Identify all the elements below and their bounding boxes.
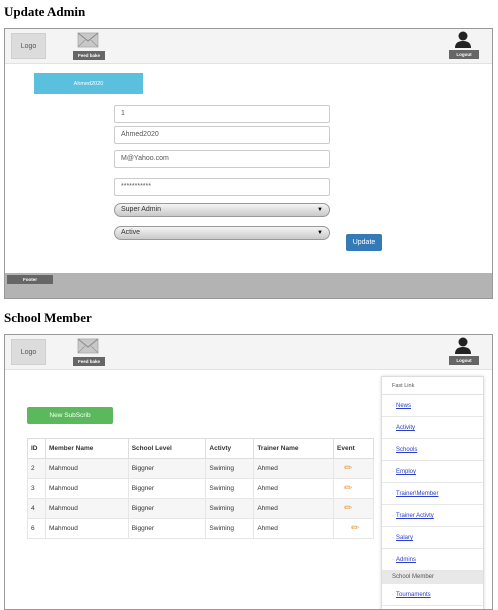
header-bar: Logo Feed bake Logout (5, 29, 492, 64)
user-icon (455, 31, 471, 48)
pencil-icon[interactable]: ✏ (344, 503, 352, 514)
username-field[interactable]: Ahmed2020 (114, 126, 330, 144)
column-header: ID (27, 438, 46, 459)
cell-id: 3 (27, 478, 46, 499)
mail-icon[interactable] (77, 337, 99, 355)
fast-link-label: Trainer Activty (396, 513, 434, 519)
fast-link-label: Activity (396, 425, 416, 431)
new-subscribe-button[interactable]: New SubScrib (27, 407, 113, 424)
password-field[interactable]: *********** (114, 178, 330, 196)
cell-id: 2 (27, 458, 46, 479)
cell-trainer-name: Ahmed (253, 498, 335, 519)
fast-link-trainer-member[interactable]: · Trainer\Member (382, 483, 483, 505)
column-header: Event (333, 438, 374, 459)
fast-link-schools[interactable]: · Schools (382, 439, 483, 461)
feedback-label[interactable]: Feed bake (73, 357, 105, 366)
cell-member-name: Mahmoud (44, 478, 129, 499)
fast-link-label: News (396, 403, 412, 409)
cell-trainer-name: Ahmed (253, 518, 335, 539)
status-select-value: Active (121, 229, 141, 236)
fast-link-label: Trainer\Member (396, 491, 439, 497)
fast-link-news[interactable]: · News (382, 395, 483, 417)
cell-id: 4 (27, 498, 46, 519)
fast-link-panel: Fast Link · News · Activity · Schools · Empl… (381, 376, 484, 609)
fast-link-trainer-activity[interactable]: · Trainer Activty (382, 505, 483, 527)
fast-link-activity[interactable]: · Activity (382, 417, 483, 439)
username-tab[interactable]: Ahmed2020 (34, 73, 143, 94)
fast-link-title: Fast Link (382, 377, 483, 395)
dropdown-arrow-icon: ▼ (317, 230, 323, 236)
fast-link-salary[interactable]: · Salary (382, 527, 483, 549)
cell-activity: Swiming (205, 478, 255, 499)
school-member-window: Logo Feed bake Logout New SubScrib ID Me… (4, 334, 493, 610)
fast-link-employ[interactable]: · Employ (382, 461, 483, 483)
cell-event: ✏ (333, 518, 374, 539)
fast-link-admins[interactable]: · Admins (382, 549, 483, 571)
cell-school-level: Biggner (127, 518, 207, 539)
cell-activity: Swiming (205, 498, 255, 519)
fast-link-school-member-active[interactable]: School Member (382, 571, 483, 584)
fast-link-label: Employ (396, 469, 417, 475)
update-button[interactable]: Update (346, 234, 382, 251)
cell-member-name: Mahmoud (44, 458, 129, 479)
feedback-label[interactable]: Feed bake (73, 51, 105, 60)
column-header: Activty (205, 438, 255, 459)
update-admin-heading: Update Admin (4, 4, 86, 19)
cell-member-name: Mahmoud (44, 518, 129, 539)
logo[interactable]: Logo (11, 339, 46, 365)
email-field[interactable]: M@Yahoo.com (114, 150, 330, 168)
update-admin-window: Logo Feed bake Logout Ahmed2020 1 Ahmed2… (4, 28, 493, 299)
footer-label: Footer (7, 275, 53, 284)
table-row: 4 Mahmoud Biggner Swiming Ahmed ✏ (27, 498, 374, 519)
cell-school-level: Biggner (127, 478, 207, 499)
cell-school-level: Biggner (127, 458, 207, 479)
fast-link-label: Tournaments (396, 592, 431, 598)
fast-link-label: Schools (396, 447, 418, 453)
footer-bar: Footer (5, 273, 492, 298)
cell-trainer-name: Ahmed (253, 478, 335, 499)
pencil-icon[interactable]: ✏ (351, 523, 359, 534)
cell-event: ✏ (333, 458, 374, 479)
cell-school-level: Biggner (127, 498, 207, 519)
cell-activity: Swiming (205, 458, 255, 479)
column-header: School Level (127, 438, 207, 459)
cell-activity: Swiming (205, 518, 255, 539)
logout-button[interactable]: Logout (449, 50, 479, 59)
table-row: 6 Mahmoud Biggner Swiming Ahmed ✏ (27, 518, 374, 539)
fast-link-label: Admins (396, 557, 417, 563)
cell-member-name: Mahmoud (44, 498, 129, 519)
cell-id: 6 (27, 518, 46, 539)
table-row: 2 Mahmoud Biggner Swiming Ahmed ✏ (27, 458, 374, 479)
table-row: 3 Mahmoud Biggner Swiming Ahmed ✏ (27, 478, 374, 499)
table-header-row: ID Member Name School Level Activty Trai… (27, 438, 374, 459)
user-icon (455, 337, 471, 354)
fast-link-label: Salary (396, 535, 414, 541)
dropdown-arrow-icon: ▼ (317, 207, 323, 213)
members-table: ID Member Name School Level Activty Trai… (27, 438, 374, 539)
fast-link-tournaments[interactable]: · Tournaments (382, 584, 483, 606)
cell-event: ✏ (333, 478, 374, 499)
id-field[interactable]: 1 (114, 105, 330, 123)
header-bar: Logo Feed bake Logout (5, 335, 492, 370)
role-select[interactable]: Super Admin ▼ (114, 203, 330, 217)
column-header: Member Name (44, 438, 129, 459)
logout-button[interactable]: Logout (449, 356, 479, 365)
school-member-heading: School Member (4, 310, 92, 325)
mail-icon[interactable] (77, 31, 99, 49)
pencil-icon[interactable]: ✏ (344, 463, 352, 474)
column-header: Trainer Name (253, 438, 335, 459)
cell-event: ✏ (333, 498, 374, 519)
pencil-icon[interactable]: ✏ (344, 483, 352, 494)
role-select-value: Super Admin (121, 206, 162, 213)
logo[interactable]: Logo (11, 33, 46, 59)
status-select[interactable]: Active ▼ (114, 226, 330, 240)
cell-trainer-name: Ahmed (253, 458, 335, 479)
